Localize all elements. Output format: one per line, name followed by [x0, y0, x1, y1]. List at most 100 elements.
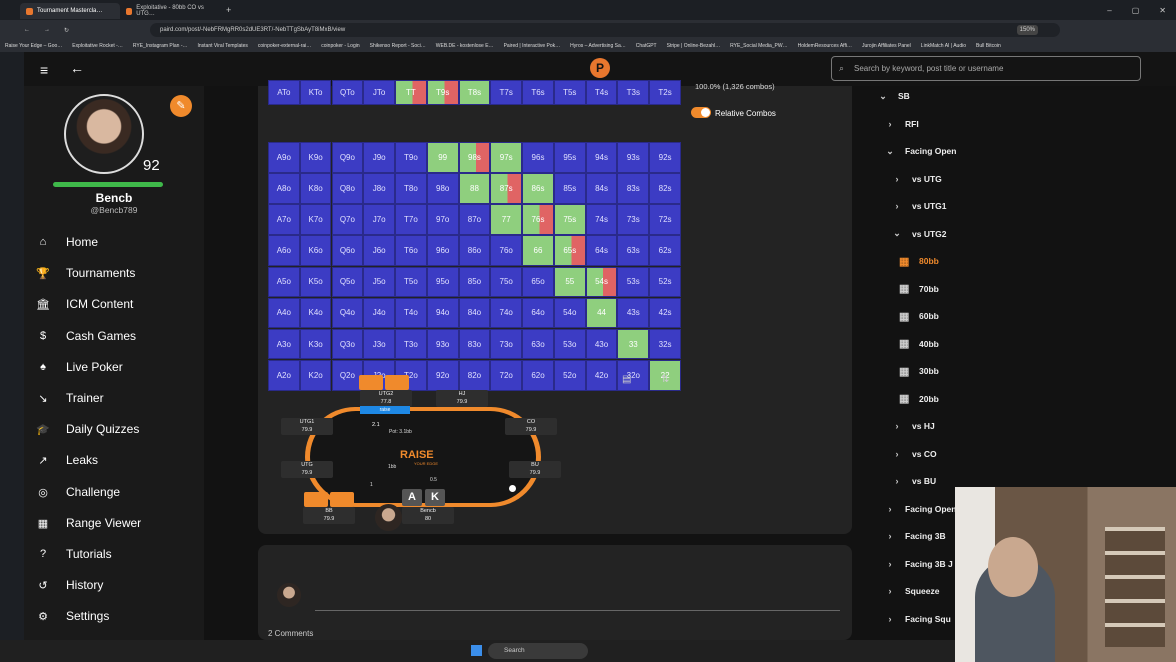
range-cell[interactable]: 63o — [522, 328, 554, 360]
range-cell[interactable]: 75s — [553, 204, 586, 236]
range-cell[interactable]: 85s — [553, 173, 586, 204]
close-icon[interactable]: ✕ — [1159, 6, 1166, 15]
taskbar-search[interactable]: Search — [488, 643, 588, 659]
range-cell[interactable]: J5o — [363, 266, 395, 298]
range-cell[interactable]: T8s — [458, 80, 491, 105]
range-cell[interactable]: 86o — [458, 235, 491, 267]
browser-tab-2[interactable]: Exploitative - 80bb CO vs UTG… — [120, 3, 220, 19]
range-cell[interactable]: A4o — [268, 297, 300, 329]
nav-item-home[interactable]: ⌂ Home — [36, 231, 196, 253]
range-cell[interactable]: 65s — [553, 235, 586, 267]
seat-utg[interactable]: UTG 79.9 — [281, 461, 333, 478]
bookmark-item[interactable]: RYE_Social Media_PW… — [725, 43, 792, 49]
paired-logo-icon[interactable]: P — [590, 58, 610, 78]
nav-item-settings[interactable]: ⚙ Settings — [36, 605, 196, 627]
range-cell[interactable]: T9o — [395, 142, 427, 173]
tree-item-facing-squ[interactable]: › Facing Squ — [885, 611, 951, 627]
range-cell[interactable]: J9o — [363, 142, 395, 173]
back-icon[interactable]: ← — [24, 27, 30, 33]
range-cell[interactable]: 64s — [585, 235, 618, 267]
bookmark-item[interactable]: Jurojin Affiliates Panel — [857, 43, 916, 49]
tree-item-facing-open[interactable]: › Facing Open — [885, 501, 957, 517]
seat-bb[interactable]: BB 79.9 — [303, 507, 355, 524]
range-cell[interactable]: 42o — [585, 359, 618, 391]
browser-tab-1[interactable]: Tournament Mastercla… — [20, 3, 120, 19]
range-cell[interactable]: T6s — [522, 80, 554, 105]
range-cell[interactable]: K8o — [299, 173, 332, 204]
range-cell[interactable]: JTo — [363, 80, 395, 105]
menu-icon[interactable]: ≡ — [40, 62, 48, 78]
range-cell[interactable]: T3o — [395, 328, 427, 360]
tree-item-40bb[interactable]: ▦ 40bb — [899, 336, 939, 352]
range-cell[interactable]: K3o — [299, 328, 332, 360]
nav-item-live-poker[interactable]: ♠ Live Poker — [36, 356, 196, 378]
range-cell[interactable]: 44 — [585, 297, 618, 329]
range-cell[interactable]: T7o — [395, 204, 427, 236]
range-cell[interactable]: 75o — [490, 266, 523, 298]
range-cell[interactable]: 95o — [426, 266, 459, 298]
range-cell[interactable]: TT — [395, 80, 427, 105]
tree-item-vs-utg[interactable]: › vs UTG — [892, 171, 942, 187]
range-cell[interactable]: 95s — [553, 142, 586, 173]
edit-icon[interactable]: ✎ — [170, 95, 192, 117]
bookmark-item[interactable]: Exploitative Rocket -… — [67, 43, 128, 49]
nav-item-trainer[interactable]: ↘ Trainer — [36, 387, 196, 409]
range-cell[interactable]: Q9o — [331, 142, 364, 173]
range-cell[interactable]: 83s — [617, 173, 650, 204]
range-cell[interactable]: J6o — [363, 235, 395, 267]
range-cell[interactable]: 97s — [490, 142, 523, 173]
tree-item-60bb[interactable]: ▦ 60bb — [899, 308, 939, 324]
reload-icon[interactable]: ↻ — [64, 27, 69, 34]
range-cell[interactable]: A6o — [268, 235, 300, 267]
comment-input[interactable] — [315, 610, 840, 611]
bookmark-item[interactable]: coinpoker - Login — [316, 43, 364, 49]
tree-item-facing-3b-j[interactable]: › Facing 3B J — [885, 556, 953, 572]
seat-co[interactable]: CO 79.9 — [505, 418, 557, 435]
range-cell[interactable]: Q4o — [331, 297, 364, 329]
range-cell[interactable]: 92s — [649, 142, 681, 173]
avatar[interactable] — [64, 94, 144, 174]
range-cell[interactable]: 32s — [649, 328, 681, 360]
range-cell[interactable]: 54s — [585, 266, 618, 298]
range-cell[interactable]: 84o — [458, 297, 491, 329]
bookmark-item[interactable]: RYE_Instagram Plan -… — [128, 43, 193, 49]
tree-item-rfi[interactable]: › RFI — [885, 116, 919, 132]
range-cell[interactable]: 52o — [553, 359, 586, 391]
bookmark-item[interactable]: Raise Your Edge – Goo… — [0, 43, 67, 49]
range-cell[interactable]: Q3o — [331, 328, 364, 360]
range-cell[interactable]: 86s — [522, 173, 554, 204]
search-input[interactable]: ⌕ Search by keyword, post title or usern… — [831, 56, 1141, 81]
range-cell[interactable]: 42s — [649, 297, 681, 329]
range-cell[interactable]: T2s — [649, 80, 681, 105]
url-input[interactable]: paird.com/post/-NebFRMgRR0s2dUE3RT/-NebT… — [150, 23, 1060, 37]
range-cell[interactable]: 66 — [522, 235, 554, 267]
bookmark-item[interactable]: Bull Bitcoin — [971, 43, 1006, 49]
range-cell[interactable]: Q7o — [331, 204, 364, 236]
windows-start-icon[interactable] — [471, 645, 482, 656]
table-view-icon[interactable]: ▤ — [622, 374, 631, 385]
range-cell[interactable]: 76o — [490, 235, 523, 267]
range-cell[interactable]: K7o — [299, 204, 332, 236]
bookmark-item[interactable]: Hyros – Advertising Sa… — [565, 43, 631, 49]
range-cell[interactable]: 94s — [585, 142, 618, 173]
range-cell[interactable]: T8o — [395, 173, 427, 204]
bookmark-item[interactable]: WEB.DE - kostenlose E… — [431, 43, 499, 49]
tree-item-vs-utg1[interactable]: › vs UTG1 — [892, 198, 947, 214]
bookmark-item[interactable]: Instant Viral Templates — [193, 43, 253, 49]
range-cell[interactable]: K9o — [299, 142, 332, 173]
range-cell[interactable]: K2o — [299, 359, 332, 391]
nav-item-leaks[interactable]: ↗ Leaks — [36, 449, 196, 471]
range-cell[interactable]: 54o — [553, 297, 586, 329]
range-cell[interactable]: T4s — [585, 80, 618, 105]
range-cell[interactable]: T3s — [617, 80, 650, 105]
nav-item-icm-content[interactable]: 🏛 ICM Content — [36, 293, 196, 315]
seat-hj[interactable]: HJ 79.9 — [436, 390, 488, 407]
range-cell[interactable]: Q8o — [331, 173, 364, 204]
range-cell[interactable]: 72o — [490, 359, 523, 391]
range-cell[interactable]: 62o — [522, 359, 554, 391]
seat-utg1[interactable]: UTG1 79.9 — [281, 418, 333, 435]
range-cell[interactable]: A5o — [268, 266, 300, 298]
range-cell[interactable]: 63s — [617, 235, 650, 267]
range-cell[interactable]: 77 — [490, 204, 523, 236]
range-cell[interactable]: QTo — [331, 80, 364, 105]
